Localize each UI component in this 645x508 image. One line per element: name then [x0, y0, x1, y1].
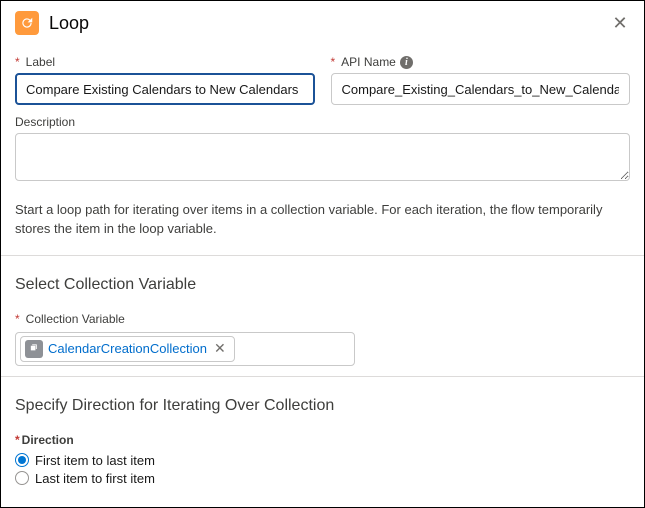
divider	[1, 255, 644, 256]
collection-icon	[25, 340, 43, 358]
label-field: Label	[15, 55, 315, 105]
modal-header: Loop ✕	[1, 1, 644, 45]
label-input[interactable]	[15, 73, 315, 105]
direction-field-label: Direction	[15, 433, 630, 447]
radio-icon	[15, 453, 29, 467]
api-name-field: API Name i	[331, 55, 631, 105]
direction-field: Direction First item to last item Last i…	[15, 433, 630, 489]
collection-pill: CalendarCreationCollection ✕	[20, 336, 235, 362]
close-button[interactable]: ✕	[610, 13, 630, 33]
description-input[interactable]	[15, 133, 630, 181]
divider	[1, 376, 644, 377]
description-field-label: Description	[15, 115, 630, 129]
api-name-field-label: API Name i	[331, 55, 631, 69]
collection-variable-field: Collection Variable CalendarCreationColl…	[15, 312, 630, 366]
collection-pill-label: CalendarCreationCollection	[48, 341, 207, 356]
radio-icon	[15, 471, 29, 485]
modal-title: Loop	[49, 13, 610, 34]
loop-icon	[15, 11, 39, 35]
direction-section-title: Specify Direction for Iterating Over Col…	[15, 387, 630, 423]
loop-config-modal: Loop ✕ Label API Name i Description Star…	[1, 1, 644, 507]
collection-variable-label: Collection Variable	[15, 312, 630, 326]
label-field-label: Label	[15, 55, 315, 69]
radio-label: First item to last item	[35, 453, 155, 468]
pill-remove-button[interactable]: ✕	[212, 340, 228, 357]
help-text: Start a loop path for iterating over ite…	[15, 191, 630, 245]
radio-label: Last item to first item	[35, 471, 155, 486]
collection-variable-input[interactable]: CalendarCreationCollection ✕	[15, 332, 355, 366]
description-field: Description	[15, 115, 630, 181]
direction-option-first-to-last[interactable]: First item to last item	[15, 453, 630, 468]
collection-section-title: Select Collection Variable	[15, 266, 630, 302]
direction-option-last-to-first[interactable]: Last item to first item	[15, 471, 630, 486]
info-icon[interactable]: i	[400, 56, 413, 69]
api-name-input[interactable]	[331, 73, 631, 105]
